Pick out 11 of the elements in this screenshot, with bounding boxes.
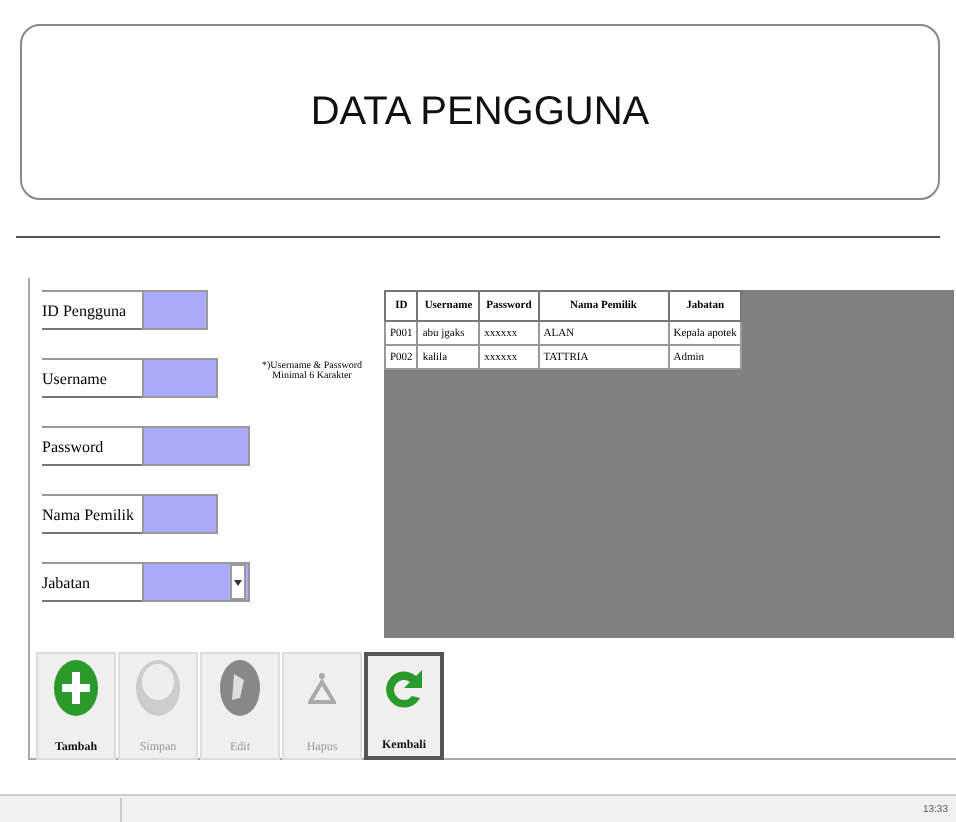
input-field[interactable] [142,290,208,330]
edit-icon [216,658,264,718]
circle-icon [134,658,182,718]
dropdown-field[interactable] [142,562,250,602]
input-field[interactable] [142,426,250,466]
dropdown-caret-icon [230,564,246,600]
plus-icon [52,658,100,718]
recycle-icon [308,672,336,704]
input-field[interactable] [142,358,218,398]
input-field[interactable] [142,494,218,534]
page-title: DATA PENGGUNA [310,89,650,135]
